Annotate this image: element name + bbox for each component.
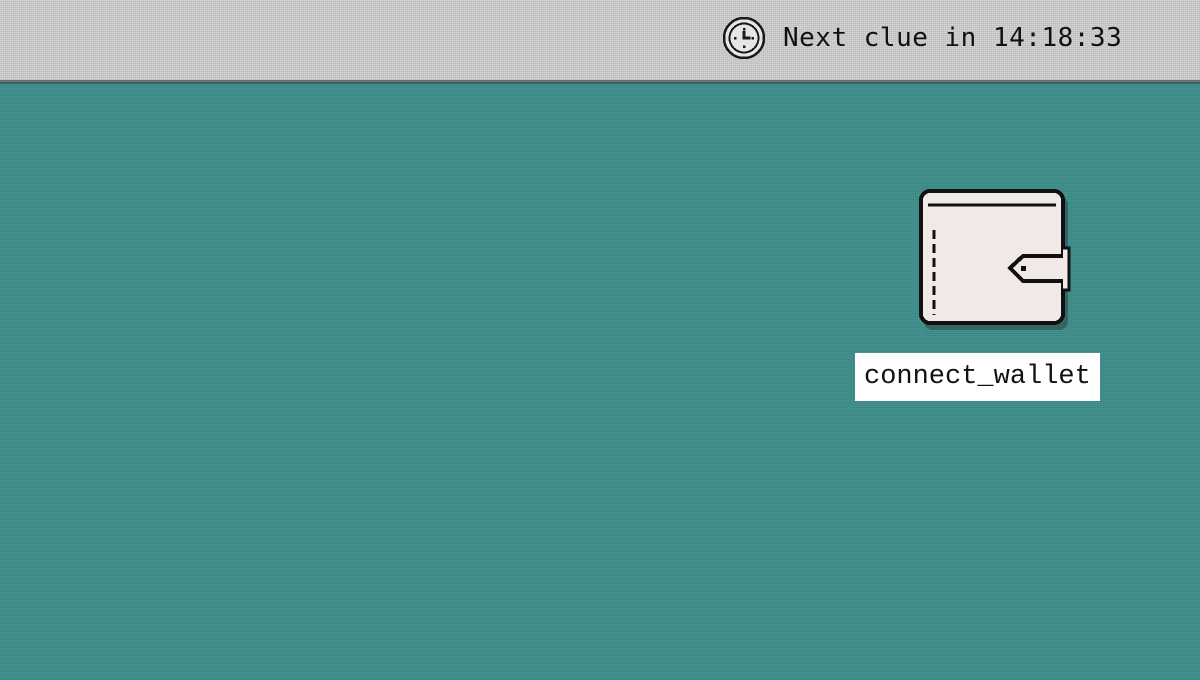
- clock-icon: [722, 16, 766, 60]
- menu-bar: Next clue in 14:18:33: [0, 0, 1200, 82]
- timer-value: 14:18:33: [993, 23, 1123, 53]
- desktop-icon-connect-wallet[interactable]: connect_wallet: [845, 183, 1145, 413]
- desktop-icon-label[interactable]: connect_wallet: [855, 353, 1100, 401]
- wallet-icon: [919, 189, 1071, 330]
- timer-label: Next clue in: [783, 23, 977, 53]
- next-clue-timer: Next clue in 14:18:33: [783, 20, 1122, 56]
